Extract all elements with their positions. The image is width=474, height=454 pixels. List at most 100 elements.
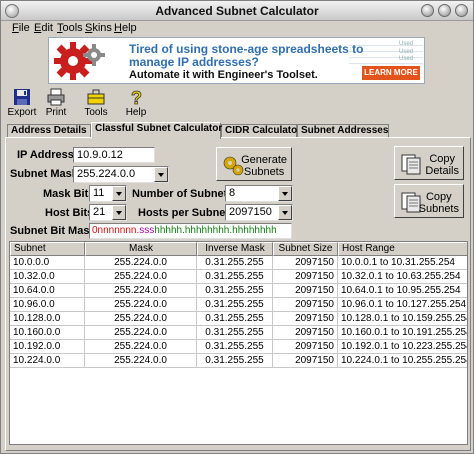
svg-text:?: ? [131, 88, 142, 106]
table-cell: 2097150 [273, 312, 338, 326]
menu-bar: File Edit Tools Skins Help [1, 21, 473, 37]
table-cell: 255.224.0.0 [85, 256, 197, 270]
table-cell: 10.64.0.1 to 10.95.255.254 [338, 284, 467, 298]
subnet-bit-mask-label: Subnet Bit Mask [10, 225, 96, 237]
menu-skins[interactable]: Skins [85, 22, 112, 34]
copy-details-button[interactable]: Copy Details [394, 146, 464, 180]
table-row[interactable]: 10.128.0.0 255.224.0.0 0.31.255.255 2097150… [10, 312, 467, 326]
minimize-button[interactable] [421, 4, 434, 17]
chevron-down-icon[interactable] [112, 186, 126, 201]
menu-file[interactable]: File [12, 22, 30, 34]
table-cell: 10.96.0.0 [10, 298, 85, 312]
table-cell: 10.32.0.0 [10, 270, 85, 284]
table-cell: 10.32.0.1 to 10.63.255.254 [338, 270, 467, 284]
banner-subline: Automate it with Engineer's Toolset. [129, 69, 318, 81]
table-cell: 255.224.0.0 [85, 354, 197, 368]
table-cell: 10.0.0.0 [10, 256, 85, 270]
column-header-inverse-mask[interactable]: Inverse Mask [197, 242, 273, 256]
table-cell: 10.192.0.1 to 10.223.255.254 [338, 340, 467, 354]
number-of-subnets-select[interactable]: 8 [225, 185, 293, 202]
learn-more-button[interactable]: LEARN MORE » [362, 66, 420, 83]
chevron-down-icon[interactable] [112, 205, 126, 220]
table-cell: 10.224.0.0 [10, 354, 85, 368]
mask-bits-label: Mask Bits [43, 188, 95, 200]
table-header: Subnet Mask Inverse Mask Subnet Size Hos… [10, 242, 467, 256]
table-row[interactable]: 10.224.0.0 255.224.0.0 0.31.255.255 2097150… [10, 354, 467, 368]
tab-cidr-calculator[interactable]: CIDR Calculator [221, 124, 301, 138]
subnet-mask-select[interactable]: 255.224.0.0 [73, 166, 169, 183]
table-cell: 255.224.0.0 [85, 312, 197, 326]
floppy-disk-icon [14, 89, 30, 105]
table-cell: 0.31.255.255 [197, 340, 273, 354]
column-header-subnet-size[interactable]: Subnet Size [273, 242, 338, 256]
toolbox-icon [87, 89, 105, 105]
table-row[interactable]: 10.192.0.0 255.224.0.0 0.31.255.255 2097150… [10, 340, 467, 354]
table-cell: 10.64.0.0 [10, 284, 85, 298]
table-cell: 10.224.0.1 to 10.255.255.254 [338, 354, 467, 368]
number-of-subnets-label: Number of Subnets [132, 188, 234, 200]
ip-address-input[interactable]: 10.9.0.12 [73, 147, 155, 163]
table-cell: 255.224.0.0 [85, 326, 197, 340]
menu-tools[interactable]: Tools [57, 22, 83, 34]
table-cell: 255.224.0.0 [85, 284, 197, 298]
menu-edit[interactable]: Edit [34, 22, 53, 34]
window-title: Advanced Subnet Calculator [155, 4, 319, 18]
host-bits-label: Host Bits [45, 207, 94, 219]
banner-headline-1: Tired of using stone-age spreadsheets to [129, 42, 364, 56]
table-cell: 10.160.0.0 [10, 326, 85, 340]
table-row[interactable]: 10.96.0.0 255.224.0.0 0.31.255.255 2097150 1… [10, 298, 467, 312]
table-cell: 2097150 [273, 284, 338, 298]
table-row[interactable]: 10.0.0.0 255.224.0.0 0.31.255.255 2097150 10… [10, 256, 467, 270]
export-button[interactable]: Export [5, 86, 39, 120]
table-cell: 10.96.0.1 to 10.127.255.254 [338, 298, 467, 312]
banner-headline-2: manage IP addresses? [129, 55, 259, 69]
printer-icon [47, 88, 65, 106]
table-cell: 255.224.0.0 [85, 270, 197, 284]
table-cell: 2097150 [273, 270, 338, 284]
table-cell: 0.31.255.255 [197, 270, 273, 284]
copy-clipboard-icon [401, 154, 421, 175]
table-cell: 255.224.0.0 [85, 340, 197, 354]
app-window: Advanced Subnet Calculator File Edit Too… [0, 0, 474, 454]
tab-classful-subnet-calculator[interactable]: Classful Subnet Calculator [91, 122, 222, 139]
menu-help[interactable]: Help [114, 22, 137, 34]
ip-address-label: IP Address [17, 149, 74, 161]
host-bits-select[interactable]: 21 [89, 204, 127, 221]
table-cell: 0.31.255.255 [197, 284, 273, 298]
table-cell: 2097150 [273, 354, 338, 368]
hosts-per-subnet-select[interactable]: 2097150 [225, 204, 293, 221]
table-cell: 10.192.0.0 [10, 340, 85, 354]
column-header-mask[interactable]: Mask [85, 242, 197, 256]
subnet-table[interactable]: Subnet Mask Inverse Mask Subnet Size Hos… [9, 241, 468, 445]
generate-subnets-button[interactable]: Generate Subnets [216, 147, 292, 181]
copy-subnets-button[interactable]: Copy Subnets [394, 184, 464, 218]
table-cell: 2097150 [273, 256, 338, 270]
column-header-host-range[interactable]: Host Range [338, 242, 467, 256]
table-cell: 10.128.0.1 to 10.159.255.254 [338, 312, 467, 326]
table-row[interactable]: 10.64.0.0 255.224.0.0 0.31.255.255 2097150 1… [10, 284, 467, 298]
ad-banner[interactable]: Used Used Used Tired of using stone-age … [48, 37, 425, 84]
mask-bits-select[interactable]: 11 [89, 185, 127, 202]
tools-button[interactable]: Tools [79, 86, 113, 120]
hosts-per-subnet-label: Hosts per Subnet [138, 207, 230, 219]
table-row[interactable]: 10.160.0.0 255.224.0.0 0.31.255.255 2097150… [10, 326, 467, 340]
close-button[interactable] [455, 4, 468, 17]
chevron-down-icon[interactable] [278, 186, 292, 201]
table-row[interactable]: 10.32.0.0 255.224.0.0 0.31.255.255 2097150 1… [10, 270, 467, 284]
chevron-down-icon[interactable] [154, 167, 168, 182]
table-cell: 255.224.0.0 [85, 298, 197, 312]
chevron-down-icon[interactable] [278, 205, 292, 220]
table-cell: 0.31.255.255 [197, 354, 273, 368]
print-button[interactable]: Print [39, 86, 73, 120]
maximize-button[interactable] [438, 4, 451, 17]
subnet-bit-mask-field: 0nnnnnnn.ssshhhhh.hhhhhhhh.hhhhhhhh [89, 223, 292, 239]
table-cell: 2097150 [273, 340, 338, 354]
tab-subnet-addresses[interactable]: Subnet Addresses [297, 124, 389, 138]
subnet-mask-label: Subnet Mask [10, 168, 78, 180]
table-cell: 0.31.255.255 [197, 256, 273, 270]
column-header-subnet[interactable]: Subnet [10, 242, 85, 256]
title-bar[interactable]: Advanced Subnet Calculator [1, 1, 473, 21]
table-cell: 0.31.255.255 [197, 326, 273, 340]
tab-address-details[interactable]: Address Details [7, 124, 91, 138]
help-button[interactable]: ? Help [119, 86, 153, 120]
